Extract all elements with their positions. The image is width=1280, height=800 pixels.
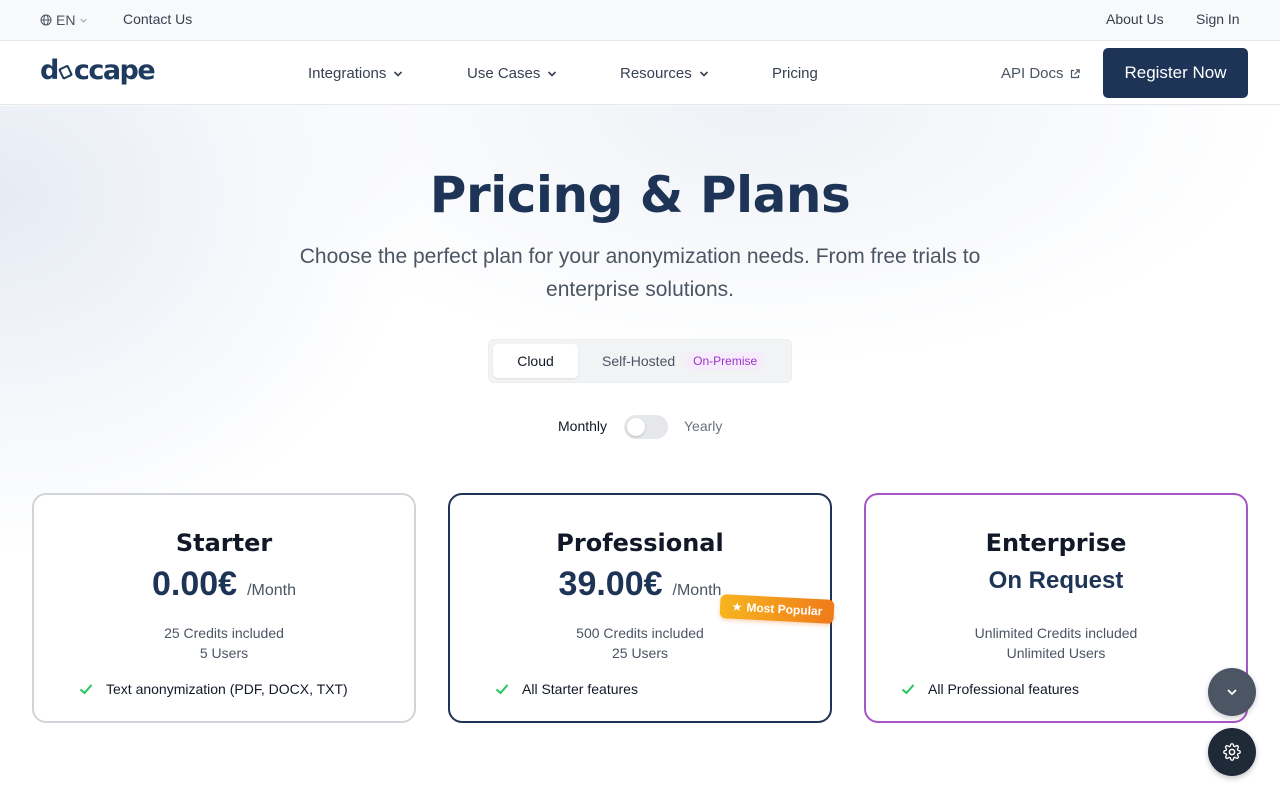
switch-knob bbox=[627, 418, 645, 436]
register-button[interactable]: Register Now bbox=[1103, 48, 1248, 98]
check-icon bbox=[79, 684, 93, 695]
plan-feature: Text anonymization (PDF, DOCX, TXT) bbox=[78, 681, 348, 697]
about-link[interactable]: About Us bbox=[1106, 11, 1164, 27]
billing-switch[interactable] bbox=[624, 415, 668, 439]
plan-feature-label: All Professional features bbox=[928, 681, 1079, 697]
external-link-icon bbox=[1070, 68, 1080, 78]
plan-meta: Unlimited Credits included Unlimited Use… bbox=[866, 623, 1246, 663]
plan-meta: 500 Credits included 25 Users bbox=[450, 623, 830, 663]
plan-name: Enterprise bbox=[985, 529, 1127, 557]
nav-label: Pricing bbox=[772, 65, 818, 82]
page-subtitle: Choose the perfect plan for your anonymi… bbox=[299, 245, 981, 301]
plan-users: Unlimited Users bbox=[1006, 645, 1106, 661]
deployment-toggle: Cloud Self-Hosted On-Premise bbox=[488, 339, 792, 383]
plan-name: Professional bbox=[556, 529, 724, 557]
billing-period-toggle: Monthly Yearly bbox=[0, 415, 1280, 439]
settings-button[interactable] bbox=[1208, 728, 1256, 776]
tab-self-hosted-label: Self-Hosted bbox=[602, 353, 676, 369]
plan-users: 25 Users bbox=[611, 645, 669, 661]
check-icon bbox=[495, 684, 509, 695]
scroll-down-button[interactable] bbox=[1208, 668, 1256, 716]
on-premise-badge: On-Premise bbox=[685, 352, 766, 370]
plan-price: 39.00€ bbox=[558, 565, 663, 603]
plan-users: 5 Users bbox=[199, 645, 249, 661]
plan-price-row: 0.00€ /Month bbox=[34, 565, 414, 604]
sign-in-link[interactable]: Sign In bbox=[1196, 11, 1240, 27]
language-label: EN bbox=[56, 12, 76, 28]
plan-meta: 25 Credits included 5 Users bbox=[34, 623, 414, 663]
chevron-down-icon bbox=[394, 70, 403, 77]
star-icon: ★ bbox=[731, 599, 743, 615]
most-popular-label: Most Popular bbox=[746, 600, 823, 619]
globe-icon bbox=[40, 14, 52, 26]
monthly-label: Monthly bbox=[558, 418, 608, 434]
plan-credits: 25 Credits included bbox=[164, 625, 284, 641]
plan-feature-label: Text anonymization (PDF, DOCX, TXT) bbox=[106, 681, 348, 697]
nav-use-cases[interactable]: Use Cases bbox=[467, 65, 558, 82]
api-docs-link[interactable]: API Docs bbox=[1001, 65, 1081, 82]
plan-credits: Unlimited Credits included bbox=[974, 625, 1138, 641]
chevron-down-icon bbox=[1227, 689, 1237, 696]
gear-icon bbox=[1223, 743, 1241, 761]
plan-card-starter: Starter 0.00€ /Month 25 Credits included… bbox=[32, 493, 416, 723]
chevron-down-icon bbox=[548, 70, 557, 77]
plan-name: Starter bbox=[175, 529, 273, 557]
main-navbar: d ccape Integrations Use Cases Resources… bbox=[0, 41, 1280, 105]
plan-feature: All Professional features bbox=[900, 681, 1079, 697]
nav-label: Resources bbox=[620, 65, 692, 82]
tab-cloud[interactable]: Cloud bbox=[493, 344, 578, 378]
page-title: Pricing & Plans bbox=[429, 166, 851, 224]
language-selector[interactable]: EN bbox=[40, 11, 88, 29]
nav-pricing[interactable]: Pricing bbox=[772, 65, 818, 82]
check-icon bbox=[901, 684, 915, 695]
plan-period: /Month bbox=[672, 582, 722, 599]
api-docs-label: API Docs bbox=[1001, 65, 1064, 82]
nav-integrations[interactable]: Integrations bbox=[308, 65, 404, 82]
top-utility-bar: EN Contact Us About Us Sign In bbox=[0, 0, 1280, 41]
yearly-label: Yearly bbox=[684, 418, 723, 434]
chevron-down-icon bbox=[80, 18, 88, 23]
contact-link[interactable]: Contact Us bbox=[123, 11, 192, 27]
nav-label: Use Cases bbox=[467, 65, 541, 82]
tab-self-hosted[interactable]: Self-Hosted On-Premise bbox=[602, 344, 766, 378]
logo-mark-icon bbox=[58, 64, 73, 79]
logo[interactable]: d ccape bbox=[40, 55, 156, 86]
plan-price: 0.00€ bbox=[151, 565, 238, 603]
plan-period: /Month bbox=[247, 582, 296, 599]
plan-price: On Request bbox=[988, 567, 1124, 594]
nav-resources[interactable]: Resources bbox=[620, 65, 710, 82]
plan-credits: 500 Credits included bbox=[576, 625, 704, 641]
nav-label: Integrations bbox=[308, 65, 387, 82]
chevron-down-icon bbox=[699, 70, 708, 77]
logo-text: d bbox=[40, 55, 59, 86]
plan-feature: All Starter features bbox=[494, 681, 638, 697]
plan-card-enterprise: Enterprise On Request Unlimited Credits … bbox=[864, 493, 1248, 723]
plan-feature-label: All Starter features bbox=[522, 681, 638, 697]
